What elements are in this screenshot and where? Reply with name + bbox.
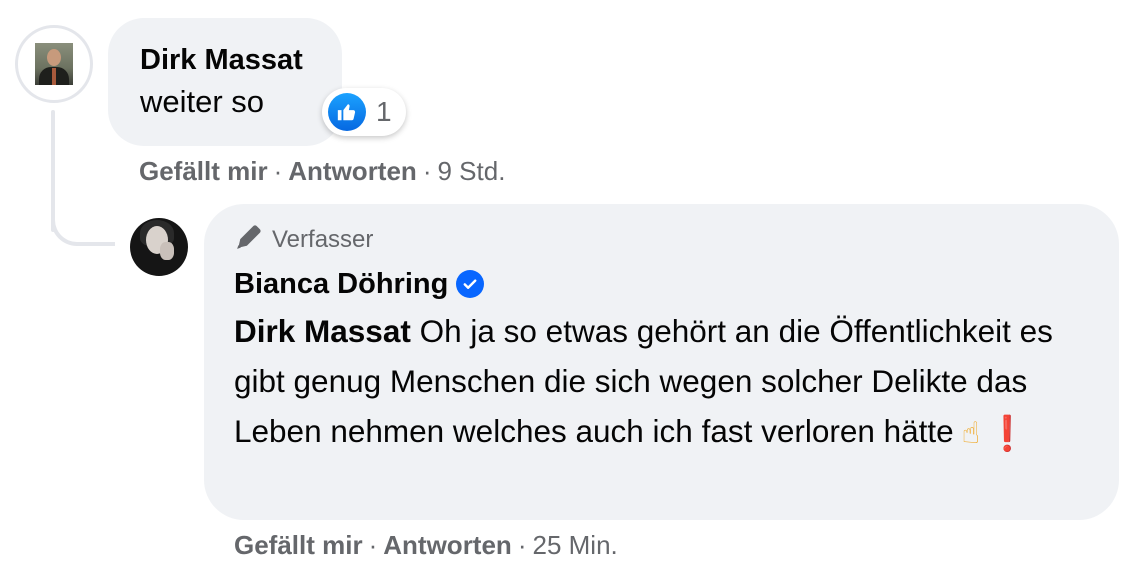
reply-author-row: Bianca Döhring xyxy=(234,266,1089,302)
reply-actions: Gefällt mir · Antworten · 25 Min. xyxy=(234,530,618,561)
reply-text: Dirk Massat Oh ja so etwas gehört an die… xyxy=(234,306,1089,459)
mention-link[interactable]: Dirk Massat xyxy=(234,313,411,349)
comment-author-link[interactable]: Dirk Massat xyxy=(140,42,310,78)
thread-connector-elbow xyxy=(51,210,115,246)
reply-button[interactable]: Antworten xyxy=(383,530,512,560)
author-badge: Verfasser xyxy=(234,224,1089,256)
badge-label: Verfasser xyxy=(272,226,374,253)
timestamp-link[interactable]: 25 Min. xyxy=(532,530,617,560)
separator-dot: · xyxy=(273,156,283,186)
reply-bubble: Verfasser Bianca Döhring Dirk Massat Oh … xyxy=(204,204,1119,520)
reaction-count: 1 xyxy=(376,96,392,127)
like-button[interactable]: Gefällt mir xyxy=(234,530,363,560)
reaction-summary[interactable]: 1 xyxy=(322,88,406,136)
pencil-icon xyxy=(234,222,264,259)
timestamp-link[interactable]: 9 Std. xyxy=(437,156,505,186)
comment-thread: Dirk Massat weiter so 1 Gefällt mir · Antw… xyxy=(0,0,1146,564)
profile-photo xyxy=(35,43,73,85)
like-thumb-icon xyxy=(328,93,366,131)
separator-dot: · xyxy=(517,530,527,560)
comment-bubble: Dirk Massat weiter so xyxy=(108,18,342,146)
like-button[interactable]: Gefällt mir xyxy=(139,156,268,186)
verified-check-icon xyxy=(456,270,485,298)
avatar-bianca-doehring[interactable] xyxy=(130,218,188,276)
exclamation-emoji: ❗ xyxy=(985,414,1029,453)
reply-author-link[interactable]: Bianca Döhring xyxy=(234,266,448,302)
comment-actions: Gefällt mir · Antworten · 9 Std. xyxy=(139,156,505,187)
reply-button[interactable]: Antworten xyxy=(288,156,417,186)
pointing-up-emoji: ☝ xyxy=(961,415,980,451)
avatar-dirk-massat[interactable] xyxy=(15,25,93,103)
separator-dot: · xyxy=(368,530,378,560)
separator-dot: · xyxy=(422,156,432,186)
comment-text: weiter so xyxy=(140,84,265,119)
